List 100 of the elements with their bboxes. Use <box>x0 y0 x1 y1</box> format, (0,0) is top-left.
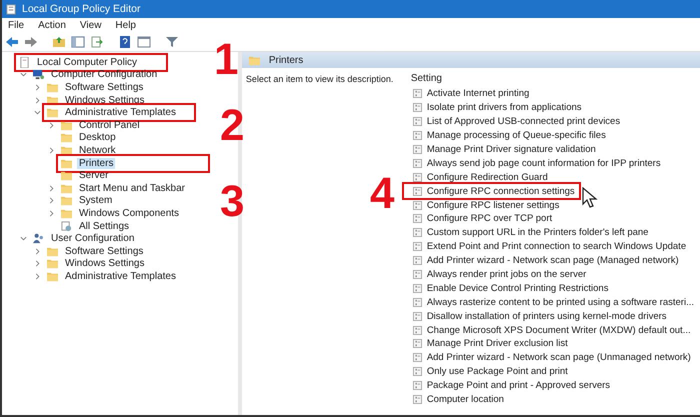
folder-icon <box>248 54 261 66</box>
back-icon[interactable] <box>5 36 19 48</box>
setting-item[interactable]: Manage Print Driver exclusion list <box>404 337 574 351</box>
step-number: 1 <box>214 38 238 82</box>
document-icon <box>18 56 31 68</box>
setting-item[interactable]: Isolate print drivers from applications <box>404 100 588 115</box>
tree-item[interactable]: Network <box>58 144 120 156</box>
app-icon <box>6 4 17 14</box>
export-icon[interactable] <box>90 36 104 48</box>
policy-setting-icon <box>412 145 422 154</box>
folder-icon <box>60 195 73 206</box>
tree-item[interactable]: Local Computer Policy <box>16 54 166 70</box>
step-number: 2 <box>220 104 244 148</box>
setting-item[interactable]: Always send job page count information for IPP printers <box>404 156 667 170</box>
policy-setting-icon <box>412 200 422 210</box>
folder-icon <box>60 132 73 144</box>
tree-item[interactable]: Windows Settings <box>44 94 148 106</box>
up-folder-icon[interactable] <box>52 36 66 48</box>
description-text: Select an item to view its description. <box>244 73 394 85</box>
policy-setting-icon <box>412 158 422 168</box>
setting-item[interactable]: Manage processing of Queue-specific files <box>404 128 612 143</box>
help-icon[interactable] <box>118 36 132 48</box>
policy-setting-icon <box>412 186 422 196</box>
policy-setting-icon <box>412 256 422 266</box>
policy-setting-icon <box>412 89 422 98</box>
policy-setting-icon <box>412 117 422 126</box>
folder-icon <box>60 182 73 194</box>
properties-icon[interactable] <box>137 36 151 48</box>
menu-item[interactable]: File <box>8 20 24 31</box>
policy-setting-icon <box>412 353 422 362</box>
tree-item[interactable]: Administrative Templates <box>44 105 194 120</box>
setting-item[interactable]: List of Approved USB-connected print devices <box>404 114 626 129</box>
menu-item[interactable]: View <box>80 20 102 31</box>
filter-icon[interactable] <box>165 36 179 48</box>
folder-icon <box>46 270 59 282</box>
tree-item[interactable]: System <box>58 194 116 207</box>
setting-item[interactable]: Custom support URL in the Printers folder's left pane <box>404 226 654 240</box>
tree-item[interactable]: Server <box>58 170 112 182</box>
folder-icon <box>60 158 73 169</box>
setting-item[interactable]: Package Point and print - Approved servers <box>404 378 616 393</box>
tree-item[interactable]: Desktop <box>58 132 120 144</box>
setting-item[interactable]: Manage Print Driver signature validation <box>404 142 602 156</box>
menu-item[interactable]: Help <box>115 20 136 31</box>
folder-icon <box>60 208 73 219</box>
policy-setting-icon <box>412 395 422 404</box>
setting-item[interactable]: Always render print jobs on the server <box>404 268 592 282</box>
policy-setting-icon <box>412 326 422 335</box>
pane-title: Printers <box>268 54 304 66</box>
tree-item[interactable]: Printers <box>58 156 208 171</box>
setting-item[interactable]: Add Printer wizard - Network scan page (Managed network) <box>404 254 685 268</box>
setting-item[interactable]: Always rasterize content to be printed using a software rasteri... <box>404 295 700 310</box>
mouse-cursor-icon <box>582 187 598 210</box>
policy-setting-icon <box>412 103 422 112</box>
policy-setting-icon <box>412 339 422 348</box>
policy-setting-icon <box>412 367 422 376</box>
tree-item[interactable]: Windows Components <box>58 207 184 220</box>
show-hide-tree-icon[interactable] <box>71 36 85 48</box>
tree-item[interactable]: Start Menu and Taskbar <box>58 182 189 194</box>
policy-setting-icon <box>412 284 422 293</box>
users-icon <box>32 233 45 244</box>
step-number: 3 <box>220 180 244 224</box>
folder-icon <box>46 107 59 118</box>
menu-item[interactable]: Action <box>38 20 66 31</box>
folder-icon <box>46 82 59 93</box>
policy-setting-icon <box>412 312 422 321</box>
tree-item[interactable]: Software Settings <box>44 245 148 258</box>
setting-item[interactable]: Enable Device Control Printing Restrictions <box>404 281 614 296</box>
policy-setting-icon <box>412 381 422 390</box>
setting-item[interactable]: Change Microsoft XPS Document Writer (MXDW) default out... <box>404 323 697 338</box>
setting-item[interactable]: Only use Package Point and print <box>404 364 574 379</box>
window-title: Local Group Policy Editor <box>22 3 140 15</box>
tree-item[interactable]: Administrative Templates <box>44 270 180 282</box>
policy-setting-icon <box>412 131 422 140</box>
setting-item[interactable]: Extend Point and Print connection to search Windows Update <box>404 240 692 254</box>
setting-item[interactable]: Computer location <box>404 392 510 406</box>
setting-item[interactable]: Configure RPC over TCP port <box>404 212 558 226</box>
setting-item[interactable]: Configure RPC listener settings <box>404 198 566 212</box>
policy-setting-icon <box>412 228 422 238</box>
policy-setting-icon <box>412 172 422 182</box>
step-number: 4 <box>370 172 394 216</box>
setting-item[interactable]: Activate Internet printing <box>404 87 536 101</box>
policy-setting-icon <box>412 214 422 224</box>
folder-icon <box>46 246 59 257</box>
computer-icon <box>32 69 45 80</box>
tree-item[interactable]: Software Settings <box>44 81 148 94</box>
setting-item[interactable]: Configure RPC connection settings <box>404 184 579 198</box>
tree-item[interactable]: Control Panel <box>58 119 144 132</box>
tree-item[interactable]: All Settings <box>58 220 134 232</box>
tree-item[interactable]: User Configuration <box>30 232 138 245</box>
forward-icon[interactable] <box>24 36 38 48</box>
setting-item[interactable]: Add Printer wizard - Network scan page (Unmanaged network) <box>404 350 697 365</box>
policy-setting-icon <box>412 242 422 252</box>
tree-item[interactable]: Computer Configuration <box>30 68 162 81</box>
column-header[interactable]: Setting <box>404 73 700 87</box>
folder-icon <box>46 258 59 270</box>
policy-setting-icon <box>412 298 422 307</box>
setting-item[interactable]: Configure Redirection Guard <box>404 170 554 184</box>
setting-item[interactable]: Disallow installation of printers using kernel-mode drivers <box>404 309 673 324</box>
tree-item[interactable]: Windows Settings <box>44 258 148 270</box>
policy-setting-icon <box>412 270 422 280</box>
